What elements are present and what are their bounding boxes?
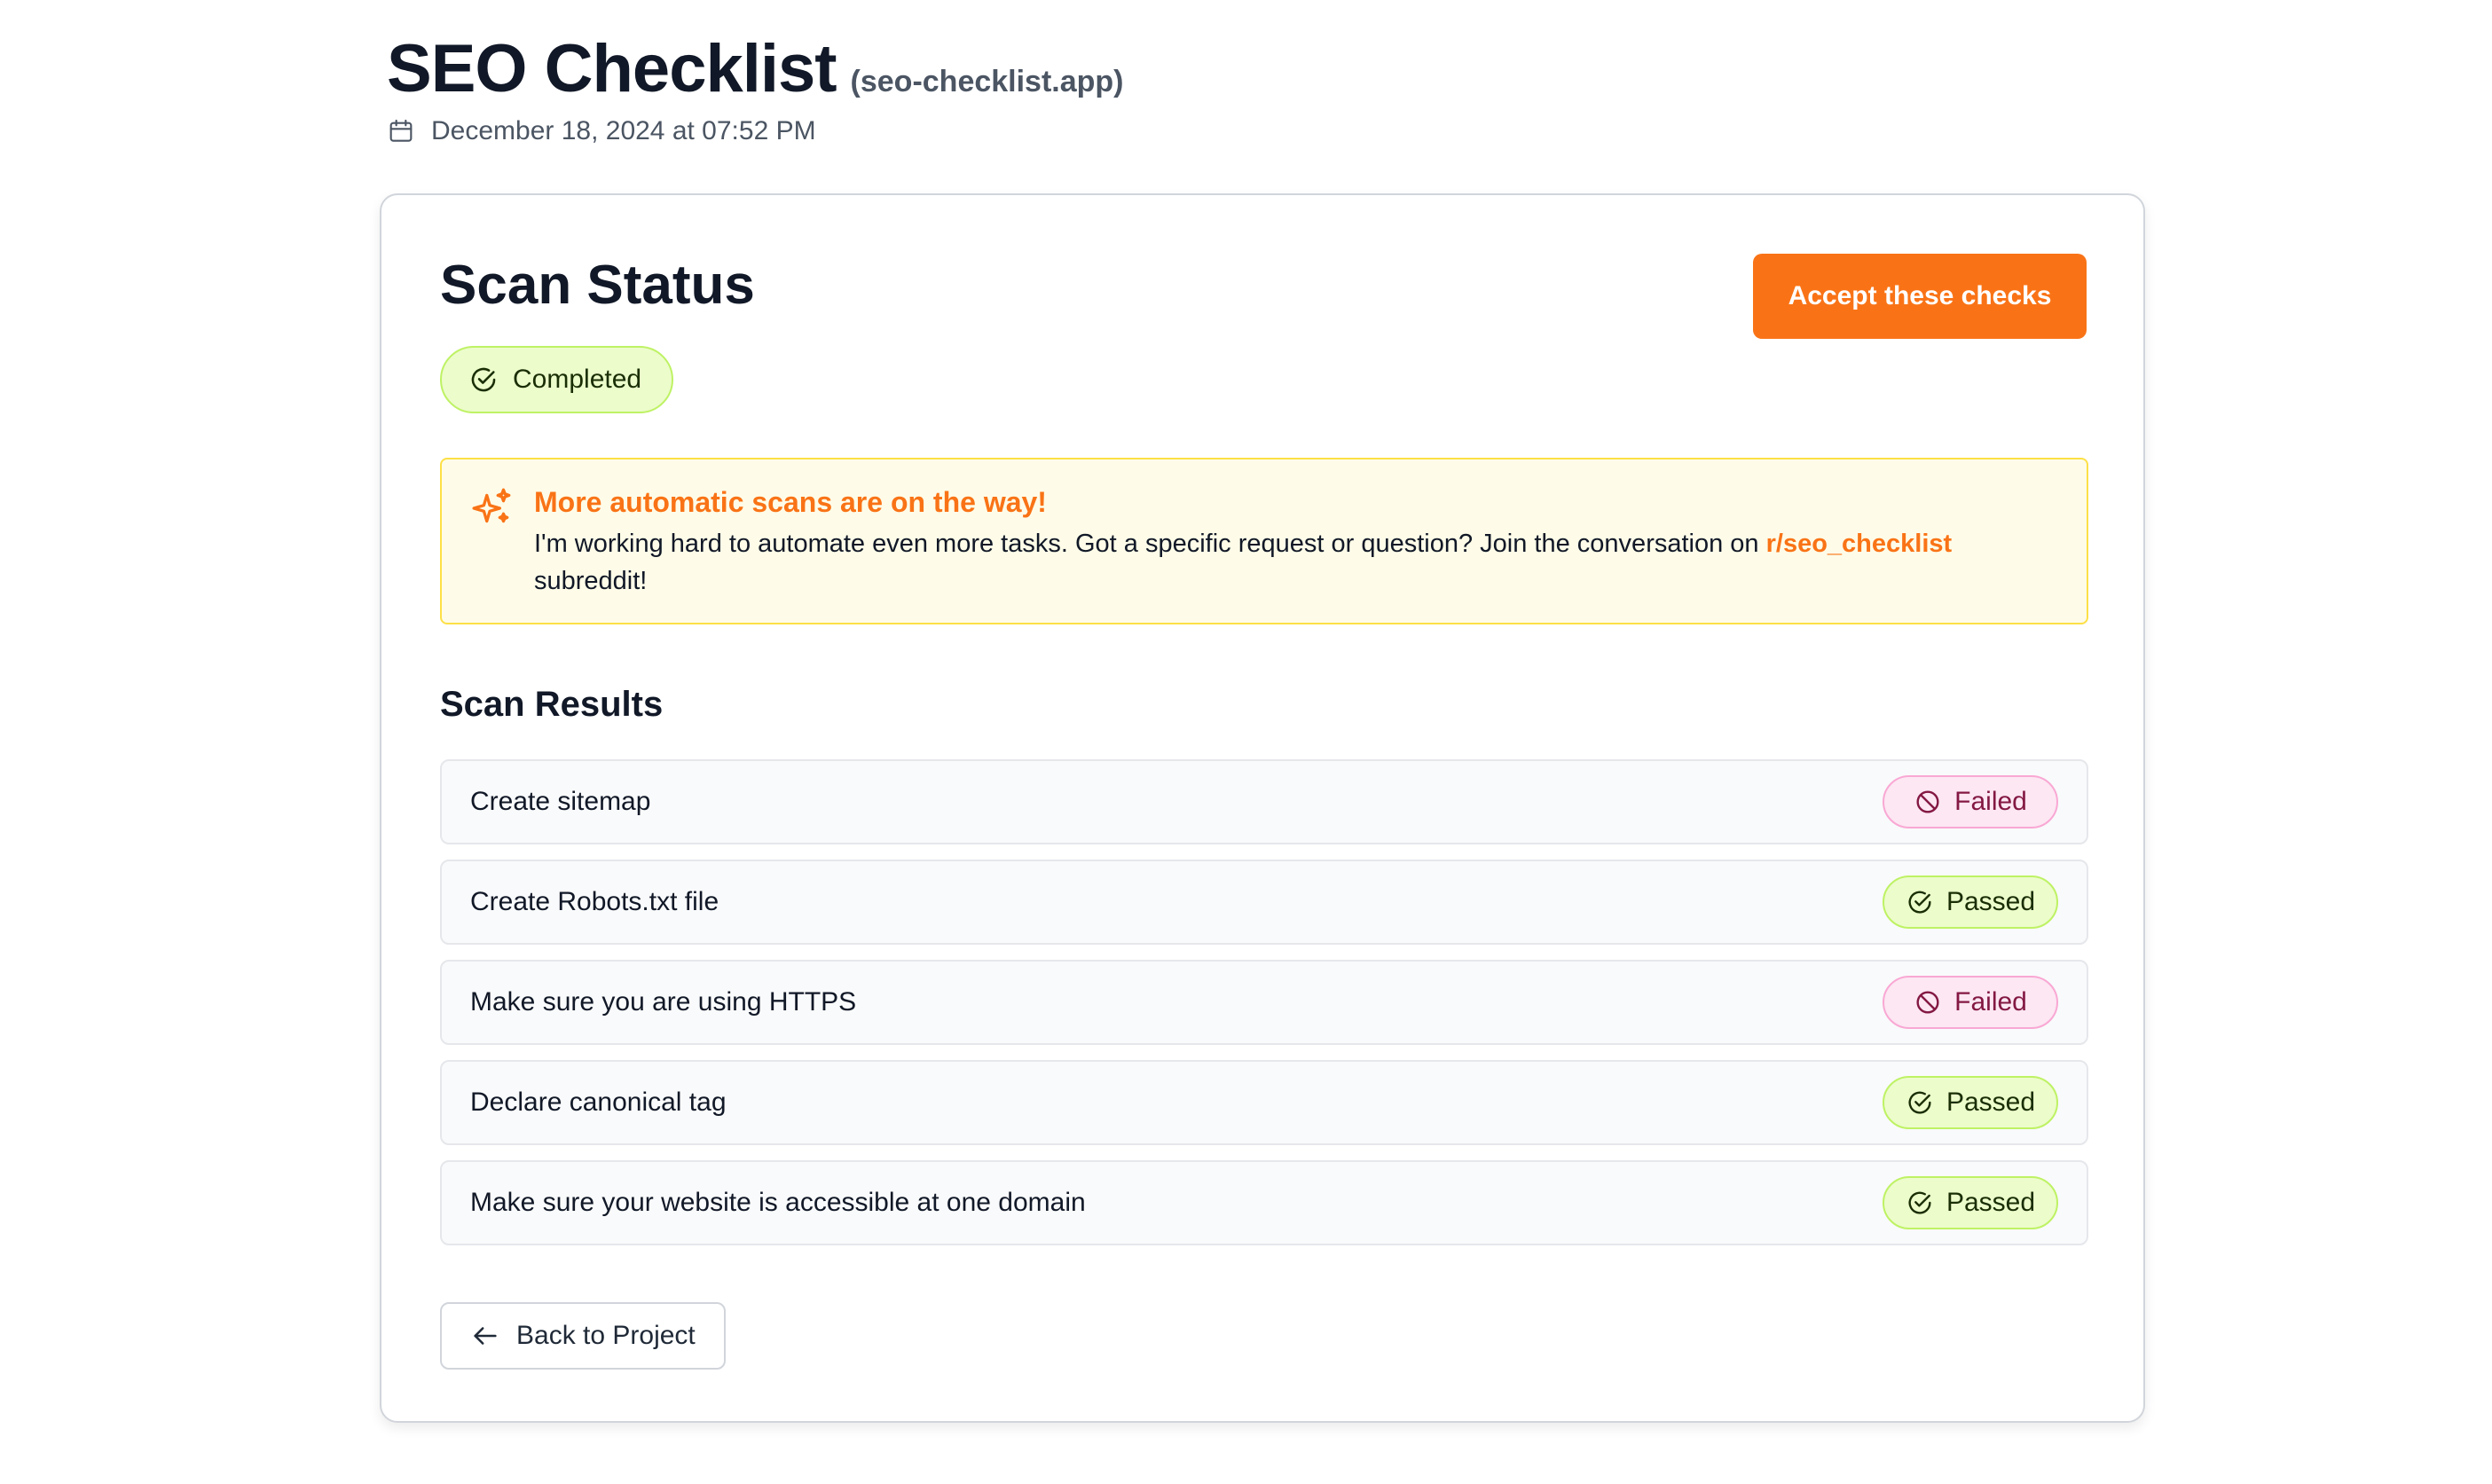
back-to-project-button[interactable]: Back to Project	[440, 1302, 726, 1370]
page-domain: (seo-checklist.app)	[850, 65, 1124, 98]
result-status: Failed	[1954, 787, 2027, 816]
back-to-project-label: Back to Project	[516, 1321, 696, 1350]
ban-icon	[1916, 991, 1939, 1014]
status-badge-label: Completed	[513, 365, 642, 394]
failed-badge: Failed	[1883, 775, 2058, 828]
scan-results-title: Scan Results	[440, 685, 664, 724]
result-row: Create sitemap Failed	[440, 759, 2088, 844]
result-row: Declare canonical tag Passed	[440, 1060, 2088, 1145]
check-circle-icon	[1908, 1091, 1931, 1114]
passed-badge: Passed	[1883, 1076, 2058, 1129]
result-status: Passed	[1946, 887, 2036, 916]
sparkles-icon	[472, 488, 511, 523]
failed-badge: Failed	[1883, 976, 2058, 1029]
page: SEO Checklist (seo-checklist.app) Decemb…	[0, 0, 2492, 1484]
result-row: Make sure your website is accessible at …	[440, 1160, 2088, 1245]
passed-badge: Passed	[1883, 875, 2058, 929]
result-row: Create Robots.txt file Passed	[440, 860, 2088, 945]
notice-body-before: I'm working hard to automate even more t…	[534, 530, 1766, 558]
page-title: SEO Checklist	[387, 31, 837, 106]
notice-body: I'm working hard to automate even more t…	[534, 525, 2042, 600]
scan-date-text: December 18, 2024 at 07:52 PM	[431, 116, 816, 145]
notice-body-after: subreddit!	[534, 567, 648, 595]
result-label: Declare canonical tag	[470, 1087, 727, 1117]
result-status: Passed	[1946, 1087, 2036, 1117]
scan-card: Scan Status Accept these checks Complete…	[380, 193, 2145, 1423]
result-status: Passed	[1946, 1188, 2036, 1217]
check-circle-icon	[1908, 1191, 1931, 1214]
result-label: Create Robots.txt file	[470, 887, 719, 916]
ban-icon	[1916, 790, 1939, 813]
title-row: SEO Checklist (seo-checklist.app)	[387, 30, 1124, 107]
result-row: Make sure you are using HTTPS Failed	[440, 960, 2088, 1045]
passed-badge: Passed	[1883, 1176, 2058, 1229]
result-label: Make sure your website is accessible at …	[470, 1188, 1086, 1217]
result-status: Failed	[1954, 987, 2027, 1017]
scan-status-title: Scan Status	[440, 255, 755, 316]
status-badge: Completed	[440, 346, 674, 413]
result-label: Create sitemap	[470, 787, 651, 816]
subreddit-link[interactable]: r/seo_checklist	[1766, 530, 1953, 558]
page-header: SEO Checklist (seo-checklist.app) Decemb…	[387, 30, 1124, 146]
check-circle-icon	[1908, 891, 1931, 914]
result-label: Make sure you are using HTTPS	[470, 987, 857, 1017]
notice-banner: More automatic scans are on the way! I'm…	[440, 458, 2088, 624]
notice-title: More automatic scans are on the way!	[534, 486, 1047, 518]
calendar-icon	[389, 119, 413, 142]
scan-results-list: Create sitemap Failed Create Robots.txt …	[440, 759, 2088, 1260]
scan-date: December 18, 2024 at 07:52 PM	[387, 116, 1124, 146]
check-circle-icon	[471, 367, 496, 392]
arrow-left-icon	[474, 1327, 497, 1345]
accept-checks-button[interactable]: Accept these checks	[1753, 254, 2087, 339]
